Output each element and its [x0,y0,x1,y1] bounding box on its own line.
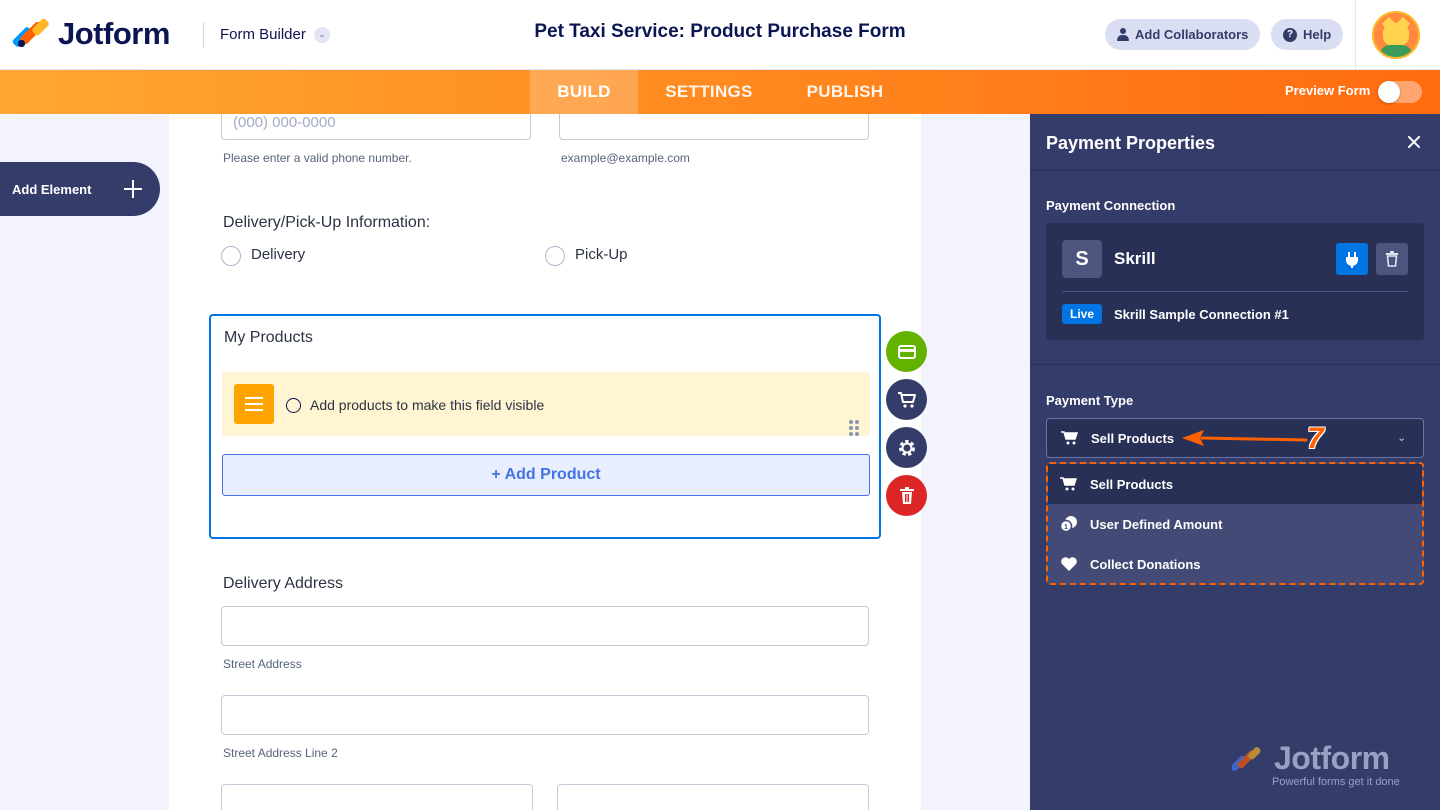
preview-form-label: Preview Form [1285,83,1371,98]
cart-icon [897,391,916,408]
list-icon [234,384,274,424]
help-button[interactable]: ? Help [1271,19,1344,50]
tab-build[interactable]: BUILD [530,70,638,114]
jotform-logo-icon [1232,747,1261,771]
option-user-defined-amount[interactable]: 1 User Defined Amount [1048,504,1422,544]
option-label: Sell Products [1090,476,1174,492]
phone-sublabel: Please enter a valid phone number. [223,151,412,165]
street2-sublabel: Street Address Line 2 [223,746,338,760]
heart-icon [1061,557,1077,571]
products-notice: Add products to make this field visible [222,372,870,436]
radio-delivery[interactable] [221,246,241,266]
product-list-button[interactable] [886,379,927,420]
payment-connection-label: Payment Connection [1046,198,1176,213]
products-notice-text: Add products to make this field visible [310,397,545,413]
logo-text: Jotform [58,16,170,51]
form-canvas: (000) 000-0000 Please enter a valid phon… [169,114,921,810]
panel-divider [1030,170,1440,171]
skrill-logo: S [1062,240,1102,278]
radio-pickup-label[interactable]: Pick-Up [575,246,628,263]
header-divider [203,22,204,48]
panel-divider [1030,364,1440,365]
credit-card-icon [897,344,916,359]
trash-icon [899,487,914,504]
svg-text:1: 1 [1064,524,1068,531]
tab-settings[interactable]: SETTINGS [650,70,768,114]
top-bar: Jotform Form Builder ⌄ Pet Taxi Service:… [0,0,1440,70]
panel-title: Payment Properties [1046,133,1216,153]
trash-icon [1386,251,1398,267]
delete-field-button[interactable] [886,475,927,516]
selected-payment-type: Sell Products [1091,431,1175,446]
tab-publish[interactable]: PUBLISH [790,70,900,114]
chevron-down-icon: ⌄ [1397,432,1407,444]
city-input[interactable] [221,784,533,810]
add-element-button[interactable]: Add Element [0,162,160,216]
street-sublabel: Street Address [223,657,302,671]
preview-form-toggle[interactable] [1378,81,1422,103]
payment-connection-card: S Skrill Live Skrill Sample Connection #… [1046,223,1424,340]
jotform-logo-icon [11,17,51,50]
card-divider [1062,291,1408,292]
add-element-label: Add Element [12,181,92,197]
radio-icon [286,398,301,413]
drag-handle-icon[interactable] [849,420,859,436]
street2-input[interactable] [221,695,869,735]
address-label: Delivery Address [223,575,344,592]
chevron-down-icon: ⌄ [313,26,330,43]
phone-placeholder: (000) 000-0000 [233,114,336,131]
email-sublabel: example@example.com [561,151,690,165]
payment-settings-button[interactable] [886,331,927,372]
jotform-logo[interactable]: Jotform [11,16,170,52]
connection-name: Skrill Sample Connection #1 [1114,307,1289,322]
state-input[interactable] [557,784,869,810]
option-label: User Defined Amount [1090,516,1223,532]
gear-icon [898,439,915,456]
phone-input[interactable]: (000) 000-0000 [221,114,531,140]
street-input[interactable] [221,606,869,646]
annotation-arrow [1182,430,1308,446]
person-icon [1117,28,1129,41]
builder-nav: BUILD SETTINGS PUBLISH Preview Form [0,70,1440,114]
plug-icon [1346,252,1358,268]
toggle-knob [1378,81,1400,103]
products-field[interactable]: My Products Add products to make this fi… [209,314,881,539]
add-product-button[interactable]: + Add Product [222,454,870,496]
form-title[interactable]: Pet Taxi Service: Product Purchase Form [534,21,905,42]
products-title[interactable]: My Products [224,329,313,347]
remove-connection-button[interactable] [1376,243,1408,275]
cart-icon [1061,431,1079,445]
radio-pickup[interactable] [545,246,565,266]
option-collect-donations[interactable]: Collect Donations [1048,544,1422,583]
field-settings-button[interactable] [886,427,927,468]
option-label: Collect Donations [1090,556,1201,572]
cart-icon [1060,477,1078,491]
watermark-tagline: Powerful forms get it done [1272,776,1400,788]
header-divider-right [1355,0,1356,70]
help-label: Help [1303,27,1332,42]
annotation-step-number: 7 [1307,422,1324,455]
payment-type-label: Payment Type [1046,393,1134,408]
add-collaborators-button[interactable]: Add Collaborators [1105,19,1261,50]
gateway-name: Skrill [1114,249,1156,268]
watermark-brand: Jotform [1274,740,1390,776]
payment-properties-panel: Payment Properties Payment Connection S … [1030,114,1440,810]
connect-button[interactable] [1336,243,1368,275]
coins-icon: 1 [1060,516,1077,532]
delivery-label: Delivery/Pick-Up Information: [223,214,431,231]
email-input[interactable] [559,114,869,140]
avatar[interactable] [1372,11,1420,59]
close-icon[interactable] [1404,132,1424,152]
form-builder-dropdown[interactable]: Form Builder ⌄ [220,26,330,43]
add-collaborators-label: Add Collaborators [1135,27,1249,42]
radio-delivery-label[interactable]: Delivery [251,246,305,263]
payment-type-dropdown: Sell Products 1 User Defined Amount Coll… [1046,462,1424,585]
live-badge: Live [1062,304,1102,324]
question-icon: ? [1283,27,1297,42]
form-builder-label: Form Builder [220,26,306,43]
option-sell-products[interactable]: Sell Products [1048,464,1422,504]
plus-icon [124,180,142,198]
